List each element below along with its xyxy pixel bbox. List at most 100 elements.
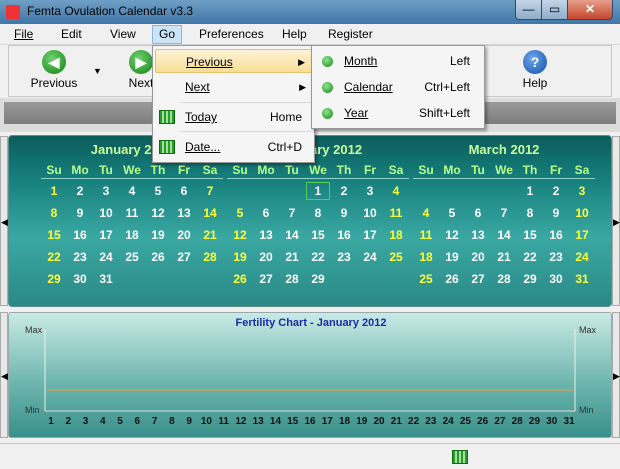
maximize-button[interactable]: ▭ bbox=[541, 0, 568, 20]
calendar-day[interactable]: 19 bbox=[227, 247, 253, 267]
calendar-day[interactable]: 23 bbox=[543, 247, 569, 267]
calendar-day[interactable]: 2 bbox=[67, 181, 93, 201]
calendar-day[interactable]: 17 bbox=[357, 225, 383, 245]
calendar-day[interactable]: 11 bbox=[413, 225, 439, 245]
go-menu-next[interactable]: Next ▶ bbox=[155, 75, 312, 99]
calendar-day[interactable]: 30 bbox=[67, 269, 93, 289]
calendar-next-arrow[interactable]: ▶ bbox=[612, 136, 620, 306]
calendar-day[interactable]: 5 bbox=[439, 203, 465, 223]
calendar-day[interactable]: 24 bbox=[569, 247, 595, 267]
calendar-day[interactable]: 20 bbox=[253, 247, 279, 267]
calendar-day[interactable]: 1 bbox=[41, 181, 67, 201]
calendar-day[interactable]: 15 bbox=[305, 225, 331, 245]
calendar-day[interactable]: 10 bbox=[93, 203, 119, 223]
previous-calendar[interactable]: Calendar Ctrl+Left bbox=[314, 75, 482, 99]
calendar-day[interactable]: 3 bbox=[569, 181, 595, 201]
calendar-day[interactable]: 17 bbox=[93, 225, 119, 245]
calendar-day[interactable]: 20 bbox=[465, 247, 491, 267]
calendar-day[interactable]: 28 bbox=[279, 269, 305, 289]
previous-month[interactable]: Month Left bbox=[314, 49, 482, 73]
calendar-day[interactable]: 22 bbox=[41, 247, 67, 267]
help-button[interactable]: ? Help bbox=[515, 50, 555, 90]
calendar-day[interactable]: 6 bbox=[171, 181, 197, 201]
previous-year[interactable]: Year Shift+Left bbox=[314, 101, 482, 125]
go-menu-date[interactable]: Date... Ctrl+D bbox=[155, 135, 312, 159]
calendar-day[interactable]: 24 bbox=[357, 247, 383, 267]
calendar-day[interactable]: 12 bbox=[439, 225, 465, 245]
calendar-day[interactable]: 21 bbox=[197, 225, 223, 245]
menu-help[interactable]: Help bbox=[276, 25, 313, 44]
calendar-day[interactable]: 1 bbox=[305, 181, 331, 201]
go-menu-previous[interactable]: Previous ▶ bbox=[155, 49, 312, 73]
calendar-day[interactable]: 14 bbox=[197, 203, 223, 223]
calendar-day[interactable]: 28 bbox=[491, 269, 517, 289]
calendar-day[interactable]: 14 bbox=[279, 225, 305, 245]
calendar-day[interactable]: 30 bbox=[543, 269, 569, 289]
calendar-day[interactable]: 12 bbox=[145, 203, 171, 223]
calendar-day[interactable]: 5 bbox=[227, 203, 253, 223]
calendar-day[interactable]: 18 bbox=[119, 225, 145, 245]
calendar-day[interactable]: 20 bbox=[171, 225, 197, 245]
calendar-day[interactable]: 27 bbox=[253, 269, 279, 289]
calendar-day[interactable]: 3 bbox=[93, 181, 119, 201]
close-button[interactable]: ✕ bbox=[567, 0, 613, 20]
calendar-day[interactable]: 25 bbox=[383, 247, 409, 267]
calendar-day[interactable]: 13 bbox=[253, 225, 279, 245]
calendar-day[interactable]: 16 bbox=[543, 225, 569, 245]
calendar-day[interactable]: 9 bbox=[543, 203, 569, 223]
calendar-day[interactable]: 4 bbox=[383, 181, 409, 201]
calendar-day[interactable]: 24 bbox=[93, 247, 119, 267]
calendar-day[interactable]: 2 bbox=[331, 181, 357, 201]
calendar-day[interactable]: 13 bbox=[171, 203, 197, 223]
chart-prev-arrow[interactable]: ◀ bbox=[0, 312, 8, 438]
calendar-day[interactable]: 9 bbox=[67, 203, 93, 223]
calendar-day[interactable]: 18 bbox=[413, 247, 439, 267]
calendar-day[interactable]: 8 bbox=[517, 203, 543, 223]
calendar-day[interactable]: 25 bbox=[413, 269, 439, 289]
calendar-day[interactable]: 8 bbox=[305, 203, 331, 223]
calendar-day[interactable]: 16 bbox=[67, 225, 93, 245]
go-menu-today[interactable]: Today Home bbox=[155, 105, 312, 129]
calendar-day[interactable]: 13 bbox=[465, 225, 491, 245]
calendar-day[interactable]: 6 bbox=[465, 203, 491, 223]
menu-go[interactable]: Go bbox=[152, 25, 183, 44]
calendar-day[interactable]: 6 bbox=[253, 203, 279, 223]
calendar-day[interactable]: 19 bbox=[145, 225, 171, 245]
minimize-button[interactable]: — bbox=[515, 0, 542, 20]
calendar-day[interactable]: 21 bbox=[279, 247, 305, 267]
calendar-day[interactable]: 29 bbox=[517, 269, 543, 289]
menu-view[interactable]: View bbox=[104, 25, 142, 44]
previous-button[interactable]: ◀ Previous bbox=[29, 50, 79, 90]
calendar-day[interactable]: 27 bbox=[171, 247, 197, 267]
calendar-day[interactable]: 7 bbox=[197, 181, 223, 201]
calendar-day[interactable]: 18 bbox=[383, 225, 409, 245]
calendar-prev-arrow[interactable]: ◀ bbox=[0, 136, 8, 306]
calendar-day[interactable]: 8 bbox=[41, 203, 67, 223]
calendar-day[interactable]: 29 bbox=[41, 269, 67, 289]
calendar-day[interactable]: 26 bbox=[227, 269, 253, 289]
calendar-day[interactable]: 4 bbox=[413, 203, 439, 223]
calendar-day[interactable]: 19 bbox=[439, 247, 465, 267]
calendar-day[interactable]: 28 bbox=[197, 247, 223, 267]
chart-next-arrow[interactable]: ▶ bbox=[612, 312, 620, 438]
menu-edit[interactable]: Edit bbox=[55, 25, 88, 44]
calendar-day[interactable]: 12 bbox=[227, 225, 253, 245]
calendar-day[interactable]: 1 bbox=[517, 181, 543, 201]
calendar-day[interactable]: 29 bbox=[305, 269, 331, 289]
calendar-day[interactable]: 4 bbox=[119, 181, 145, 201]
calendar-day[interactable]: 11 bbox=[119, 203, 145, 223]
calendar-day[interactable]: 11 bbox=[383, 203, 409, 223]
calendar-day[interactable]: 21 bbox=[491, 247, 517, 267]
menu-file[interactable]: File bbox=[8, 25, 39, 44]
calendar-day[interactable]: 9 bbox=[331, 203, 357, 223]
calendar-day[interactable]: 26 bbox=[145, 247, 171, 267]
calendar-day[interactable]: 2 bbox=[543, 181, 569, 201]
calendar-day[interactable]: 22 bbox=[305, 247, 331, 267]
calendar-day[interactable]: 10 bbox=[357, 203, 383, 223]
calendar-day[interactable]: 10 bbox=[569, 203, 595, 223]
calendar-day[interactable]: 3 bbox=[357, 181, 383, 201]
previous-dropdown-icon[interactable]: ▼ bbox=[93, 66, 102, 76]
calendar-day[interactable]: 25 bbox=[119, 247, 145, 267]
calendar-day[interactable]: 23 bbox=[331, 247, 357, 267]
menu-preferences[interactable]: Preferences bbox=[193, 25, 270, 44]
